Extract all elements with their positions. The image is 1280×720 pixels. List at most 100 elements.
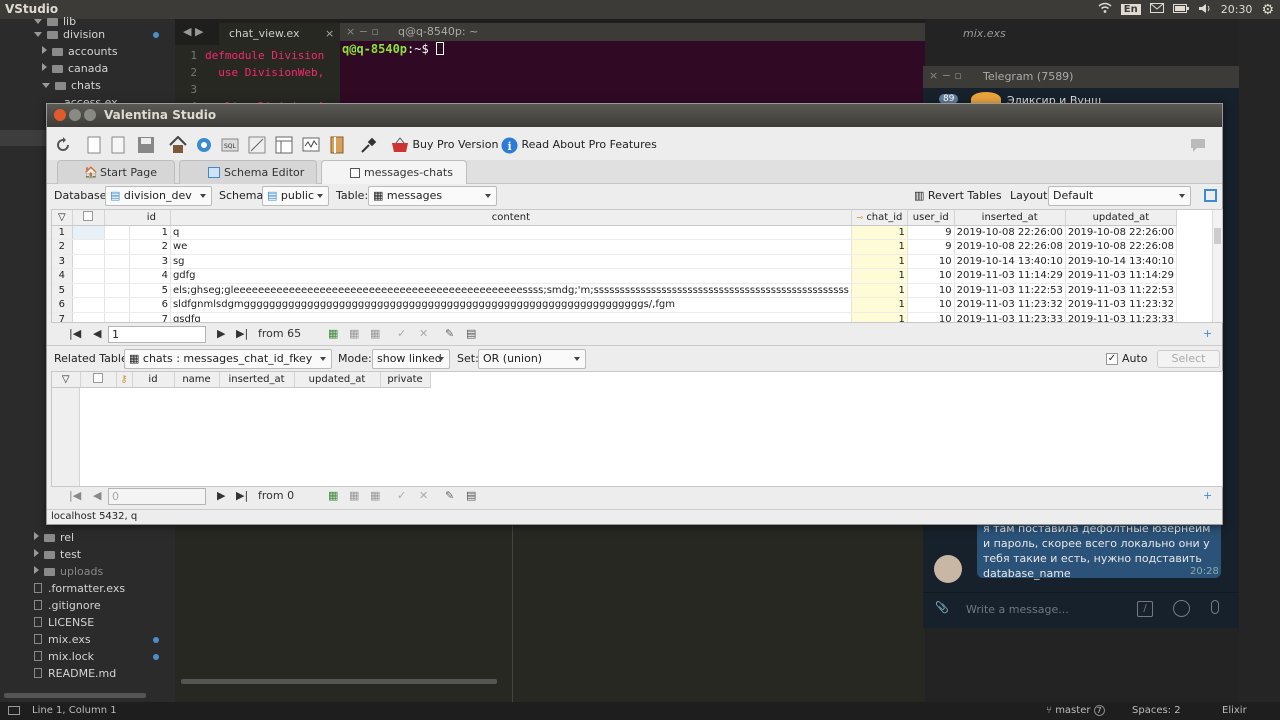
table-select[interactable]: ▦ messages bbox=[368, 186, 497, 206]
tree-item[interactable]: accounts bbox=[42, 43, 118, 60]
column-header[interactable]: inserted_at bbox=[219, 372, 295, 388]
refresh-icon[interactable] bbox=[54, 136, 72, 154]
message-bubble[interactable]: я там поставила дефолтные юзернейм и пар… bbox=[977, 518, 1221, 580]
cell-content[interactable]: we bbox=[170, 239, 852, 255]
tree-item[interactable]: README.md bbox=[34, 665, 116, 682]
wifi-icon[interactable] bbox=[1098, 2, 1112, 17]
form-view-icon[interactable]: ▤ bbox=[466, 484, 476, 508]
table-row[interactable]: 4 4 gdfg 1 10 2019-11-03 11:14:29 2019-11-03 1… bbox=[52, 268, 1222, 284]
read-pro-features-button[interactable]: i Read About Pro Features bbox=[501, 136, 657, 154]
microphone-icon[interactable] bbox=[1211, 600, 1219, 614]
window-controls[interactable]: × − ▫ bbox=[346, 25, 379, 38]
table-row[interactable]: 2 2 we 1 9 2019-10-08 22:26:08 2019-10-08 22:2… bbox=[52, 239, 1222, 255]
column-header[interactable]: user_id bbox=[907, 210, 955, 226]
cell[interactable] bbox=[104, 297, 130, 313]
cell[interactable] bbox=[104, 239, 130, 255]
keyboard-layout-indicator[interactable]: En bbox=[1120, 4, 1141, 15]
cell-n[interactable]: 1 bbox=[52, 225, 73, 240]
cell-n[interactable]: 5 bbox=[52, 283, 73, 298]
filter-header[interactable]: ▽ bbox=[52, 372, 81, 388]
duplicate-record-icon[interactable]: ▦ bbox=[349, 322, 359, 346]
tree-item[interactable]: rel bbox=[34, 529, 74, 546]
cell-content[interactable]: els;ghseg;gleeeeeeeeeeeeeeeeeeeeeeeeeeee… bbox=[170, 283, 852, 298]
save-icon[interactable] bbox=[137, 136, 155, 154]
cell[interactable] bbox=[72, 225, 105, 240]
tree-item[interactable]: division bbox=[34, 26, 175, 43]
cell-chat-id[interactable]: 1 bbox=[851, 283, 908, 298]
close-window-button[interactable] bbox=[54, 109, 66, 121]
first-record-button[interactable]: |◀ bbox=[69, 322, 81, 346]
clock[interactable]: 20:30 bbox=[1221, 3, 1253, 16]
cell-id[interactable]: 3 bbox=[129, 254, 171, 269]
tab-schema-editor[interactable]: Schema Editor bbox=[179, 160, 317, 184]
cell-user-id[interactable]: 10 bbox=[907, 283, 955, 298]
cell-id[interactable]: 6 bbox=[129, 297, 171, 313]
open-icon[interactable] bbox=[109, 136, 127, 154]
tab-chat-view[interactable]: chat_view.ex × bbox=[219, 23, 345, 45]
table-row[interactable]: 6 6 sldfgnmlsdgmgggggggggggggggggggggggggg… bbox=[52, 297, 1222, 313]
commands-icon[interactable]: / bbox=[1137, 601, 1153, 617]
maximize-button[interactable] bbox=[84, 109, 96, 121]
form-view-icon[interactable]: ▤ bbox=[466, 322, 476, 346]
edit-pencil-icon[interactable]: ✎ bbox=[445, 322, 454, 346]
record-number-field[interactable]: 0 bbox=[108, 488, 206, 505]
indentation-setting[interactable]: Spaces: 2 bbox=[1132, 702, 1181, 720]
message-input[interactable]: Write a message... bbox=[966, 603, 1069, 616]
last-record-button[interactable]: ▶| bbox=[236, 322, 248, 346]
git-branch[interactable]: ⑂ master 7 bbox=[1046, 702, 1105, 720]
cancel-icon[interactable]: ✕ bbox=[419, 322, 428, 346]
column-header[interactable]: id bbox=[104, 210, 171, 226]
duplicate-record-icon[interactable]: ▦ bbox=[349, 484, 359, 508]
table-row[interactable]: 1 1 q 1 9 2019-10-08 22:26:00 2019-10-08 22:26… bbox=[52, 225, 1222, 240]
table-row[interactable]: 5 5 els;ghseg;gleeeeeeeeeeeeeeeeeeeeeeeeee… bbox=[52, 283, 1222, 298]
cell[interactable] bbox=[104, 225, 130, 240]
cell-n[interactable]: 3 bbox=[52, 254, 73, 269]
checkbox-header[interactable] bbox=[72, 210, 105, 226]
cancel-icon[interactable]: ✕ bbox=[419, 484, 428, 508]
cell[interactable] bbox=[72, 283, 105, 298]
cell-inserted-at[interactable]: 2019-10-14 13:40:10 bbox=[954, 254, 1066, 269]
schema-select[interactable]: ▤ public bbox=[262, 186, 329, 206]
delete-record-icon[interactable]: ▦ bbox=[370, 322, 380, 346]
add-panel-icon[interactable]: + bbox=[1203, 484, 1212, 508]
set-select[interactable]: OR (union) bbox=[478, 349, 586, 369]
cell-chat-id[interactable]: 1 bbox=[851, 239, 908, 255]
prev-record-button[interactable]: ◀ bbox=[93, 484, 101, 508]
mail-icon[interactable] bbox=[1149, 3, 1164, 16]
volume-icon[interactable] bbox=[1198, 3, 1212, 17]
cursor-position[interactable]: Line 1, Column 1 bbox=[32, 702, 117, 720]
cell-content[interactable]: sg bbox=[170, 254, 852, 269]
column-header[interactable]: ⊸ chat_id bbox=[851, 210, 908, 226]
tree-item[interactable]: .gitignore bbox=[34, 597, 101, 614]
cell-user-id[interactable]: 9 bbox=[907, 225, 955, 240]
gear-icon[interactable]: ⚙ bbox=[1261, 2, 1274, 18]
sync-icon[interactable] bbox=[195, 136, 213, 154]
column-header[interactable]: updated_at bbox=[1065, 210, 1178, 226]
cell-user-id[interactable]: 9 bbox=[907, 239, 955, 255]
chat-bubble-icon[interactable] bbox=[1189, 136, 1207, 154]
related-table-select[interactable]: ▦ chats : messages_chat_id_fkey (M:1) bbox=[124, 349, 332, 383]
cell-user-id[interactable]: 10 bbox=[907, 254, 955, 269]
monitor-icon[interactable] bbox=[302, 136, 320, 154]
attach-icon[interactable]: 📎 bbox=[935, 601, 949, 614]
cell-n[interactable]: 2 bbox=[52, 239, 73, 255]
database-select[interactable]: ▤ division_dev bbox=[105, 186, 212, 206]
cell-user-id[interactable]: 10 bbox=[907, 268, 955, 284]
table-icon[interactable] bbox=[275, 136, 293, 154]
next-record-button[interactable]: ▶ bbox=[217, 322, 225, 346]
next-record-button[interactable]: ▶ bbox=[217, 484, 225, 508]
column-header[interactable]: private bbox=[380, 372, 431, 388]
tree-item[interactable]: mix.lock bbox=[34, 648, 175, 665]
tree-item[interactable]: LICENSE bbox=[34, 614, 94, 631]
tab-messages-chats[interactable]: messages-chats bbox=[321, 160, 467, 184]
cell-updated-at[interactable]: 2019-10-08 22:26:00 bbox=[1065, 225, 1178, 240]
cell-id[interactable]: 4 bbox=[129, 268, 171, 284]
cell[interactable] bbox=[104, 283, 130, 298]
cell-updated-at[interactable]: 2019-11-03 11:14:29 bbox=[1065, 268, 1178, 284]
cell-id[interactable]: 5 bbox=[129, 283, 171, 298]
cell[interactable] bbox=[104, 254, 130, 269]
record-number-field[interactable]: 1 bbox=[108, 326, 206, 343]
diagram-icon[interactable] bbox=[248, 136, 266, 154]
cell[interactable] bbox=[72, 239, 105, 255]
cell-content[interactable]: sldfgnmlsdgmgggggggggggggggggggggggggggg… bbox=[170, 297, 852, 313]
